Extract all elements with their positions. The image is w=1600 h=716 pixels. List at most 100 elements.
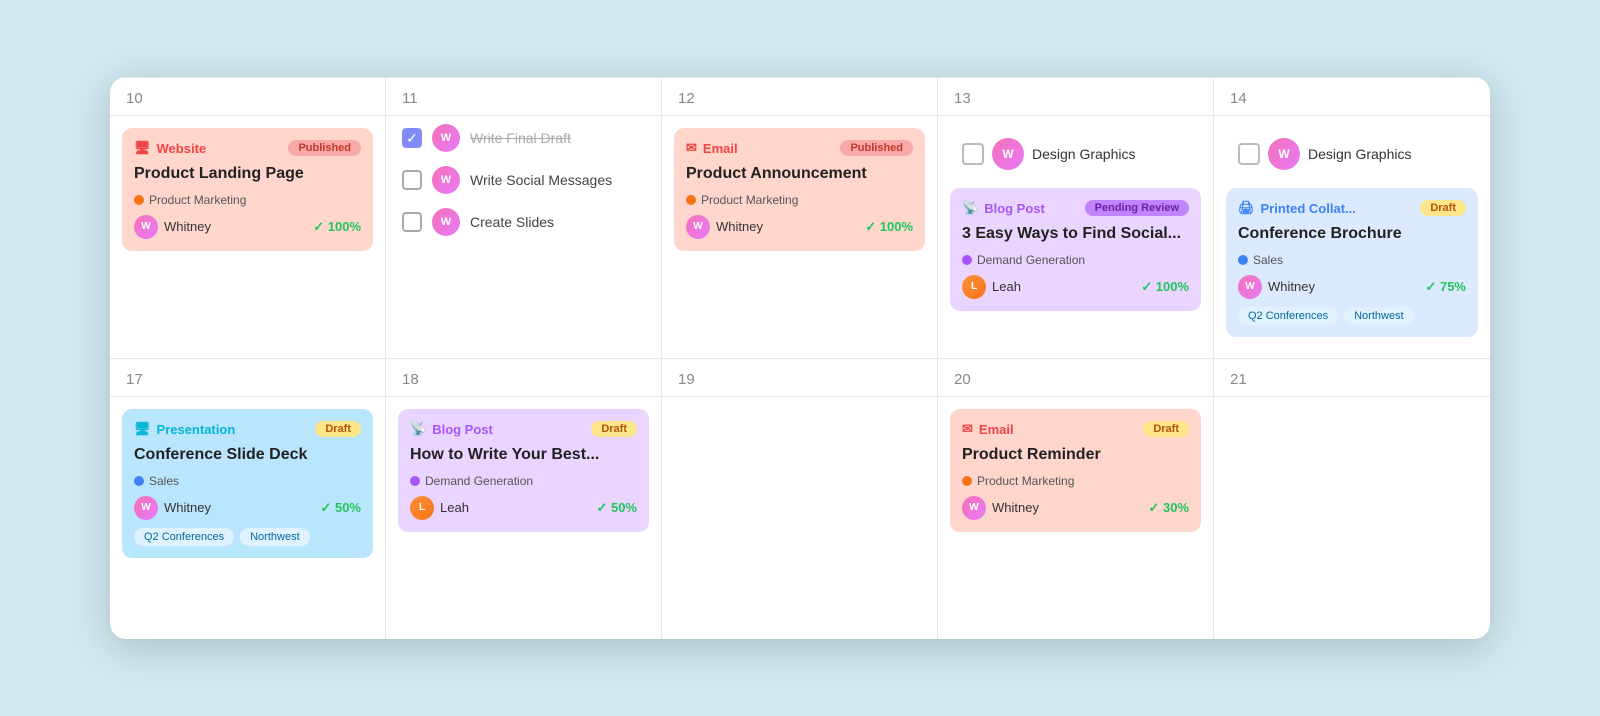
draft-badge-14: Draft bbox=[1420, 200, 1466, 216]
day-content-20: ✉ Email Draft Product Reminder Product M… bbox=[938, 397, 1213, 544]
day-content-12: ✉ Email Published Product Announcement P… bbox=[662, 116, 937, 263]
chip-q2-14[interactable]: Q2 Conferences bbox=[1238, 307, 1338, 325]
email-icon-20: ✉ bbox=[962, 421, 973, 437]
avatar-header-14: W bbox=[1268, 138, 1300, 170]
avatar: W bbox=[134, 215, 158, 239]
checklist-item-3[interactable]: W Create Slides bbox=[402, 208, 645, 236]
card-type-blog: 📡 Blog Post bbox=[962, 200, 1045, 216]
calendar-container: 10 🖥 Website Published Product Landing P… bbox=[110, 77, 1490, 639]
card-header-14: 🖨 Printed Collat... Draft bbox=[1238, 200, 1466, 216]
card-blog-13[interactable]: 📡 Blog Post Pending Review 3 Easy Ways t… bbox=[950, 188, 1201, 311]
card-tag-12: Product Marketing bbox=[686, 193, 913, 207]
chip-q2-17[interactable]: Q2 Conferences bbox=[134, 528, 234, 546]
day-header-11: 11 bbox=[386, 78, 661, 116]
card-user-13: L Leah bbox=[962, 275, 1021, 299]
chip-northwest-14[interactable]: Northwest bbox=[1344, 307, 1414, 325]
card-type-presentation: 🖥 Presentation bbox=[134, 421, 235, 437]
day-content-18: 📡 Blog Post Draft How to Write Your Best… bbox=[386, 397, 661, 544]
checklist-text-3: Create Slides bbox=[470, 214, 554, 230]
chip-northwest-17[interactable]: Northwest bbox=[240, 528, 310, 546]
tag-dot-14 bbox=[1238, 255, 1248, 265]
published-badge-12: Published bbox=[840, 140, 913, 156]
day-header-19: 19 bbox=[662, 359, 937, 397]
card-title: Product Landing Page bbox=[134, 164, 361, 185]
card-user-12: W Whitney bbox=[686, 215, 763, 239]
printed-icon-14: 🖨 bbox=[1238, 200, 1255, 216]
card-header-12: ✉ Email Published bbox=[686, 140, 913, 156]
card-email-20[interactable]: ✉ Email Draft Product Reminder Product M… bbox=[950, 409, 1201, 532]
type-text-18: Blog Post bbox=[432, 422, 493, 437]
card-tag: Product Marketing bbox=[134, 193, 361, 207]
type-text-20: Email bbox=[979, 422, 1014, 437]
avatar-20: W bbox=[962, 496, 986, 520]
draft-badge-20: Draft bbox=[1143, 421, 1189, 437]
draft-badge-18: Draft bbox=[591, 421, 637, 437]
tag-dot-18 bbox=[410, 476, 420, 486]
tag-dot-17 bbox=[134, 476, 144, 486]
card-title-20: Product Reminder bbox=[962, 445, 1189, 466]
card-footer-20: W Whitney 30% bbox=[962, 496, 1189, 520]
blog-icon-13: 📡 bbox=[962, 200, 978, 216]
card-footer-17: W Whitney 50% bbox=[134, 496, 361, 520]
card-footer: W Whitney 100% bbox=[134, 215, 361, 239]
type-text-12: Email bbox=[703, 141, 738, 156]
checkbox-1[interactable]: ✓ bbox=[402, 128, 422, 148]
day-header-12: 12 bbox=[662, 78, 937, 116]
checklist-avatar-1: W bbox=[432, 124, 460, 152]
card-footer-14: W Whitney 75% bbox=[1238, 275, 1466, 299]
unassigned-checkbox-13[interactable] bbox=[962, 143, 984, 165]
card-percent-17: 50% bbox=[320, 500, 361, 516]
draft-badge-17: Draft bbox=[315, 421, 361, 437]
card-tag-20: Product Marketing bbox=[962, 474, 1189, 488]
card-type-email: ✉ Email bbox=[686, 140, 738, 156]
unassigned-label-14: Design Graphics bbox=[1308, 146, 1412, 162]
checkbox-3[interactable] bbox=[402, 212, 422, 232]
card-user-17: W Whitney bbox=[134, 496, 211, 520]
card-header: 🖥 Website Published bbox=[134, 140, 361, 156]
unassigned-checkbox-14[interactable] bbox=[1238, 143, 1260, 165]
unassigned-header-13: W Design Graphics bbox=[950, 128, 1201, 178]
card-title-14: Conference Brochure bbox=[1238, 224, 1466, 245]
tag-dot-13 bbox=[962, 255, 972, 265]
checklist-item-2[interactable]: W Write Social Messages bbox=[402, 166, 645, 194]
day-col-21: 21 bbox=[1214, 359, 1490, 639]
day-col-20: 20 ✉ Email Draft Product Reminder Produc… bbox=[938, 359, 1214, 639]
tag-chips-14: Q2 Conferences Northwest bbox=[1238, 307, 1466, 325]
day-header-18: 18 bbox=[386, 359, 661, 397]
card-percent: 100% bbox=[313, 219, 361, 235]
card-percent-12: 100% bbox=[865, 219, 913, 235]
card-tag-18: Demand Generation bbox=[410, 474, 637, 488]
week2-grid: 17 🖥 Presentation Draft Conference Slide… bbox=[110, 358, 1490, 639]
email-icon: ✉ bbox=[686, 140, 697, 156]
avatar-12: W bbox=[686, 215, 710, 239]
day-content-17: 🖥 Presentation Draft Conference Slide De… bbox=[110, 397, 385, 570]
checkbox-2[interactable] bbox=[402, 170, 422, 190]
day-col-11: 11 ✓ W Write Final Draft W Write Social … bbox=[386, 78, 662, 358]
card-website[interactable]: 🖥 Website Published Product Landing Page… bbox=[122, 128, 373, 251]
card-email-12[interactable]: ✉ Email Published Product Announcement P… bbox=[674, 128, 925, 251]
card-blog-18[interactable]: 📡 Blog Post Draft How to Write Your Best… bbox=[398, 409, 649, 532]
day-header-14: 14 bbox=[1214, 78, 1490, 116]
tag-dot bbox=[134, 195, 144, 205]
card-header-13: 📡 Blog Post Pending Review bbox=[962, 200, 1189, 216]
card-user-18: L Leah bbox=[410, 496, 469, 520]
unassigned-header-14: W Design Graphics bbox=[1226, 128, 1478, 178]
card-user-14: W Whitney bbox=[1238, 275, 1315, 299]
card-printed-14[interactable]: 🖨 Printed Collat... Draft Conference Bro… bbox=[1226, 188, 1478, 337]
tag-dot-20 bbox=[962, 476, 972, 486]
day-content-14: W Design Graphics 🖨 Printed Collat... Dr… bbox=[1214, 116, 1490, 349]
checklist-avatar-2: W bbox=[432, 166, 460, 194]
day-col-14: 14 W Design Graphics 🖨 Printed Collat...… bbox=[1214, 78, 1490, 358]
avatar-17: W bbox=[134, 496, 158, 520]
presentation-icon-17: 🖥 bbox=[134, 421, 151, 437]
card-title-13: 3 Easy Ways to Find Social... bbox=[962, 224, 1189, 245]
card-footer-12: W Whitney 100% bbox=[686, 215, 913, 239]
day-col-10: 10 🖥 Website Published Product Landing P… bbox=[110, 78, 386, 358]
day-header-21: 21 bbox=[1214, 359, 1490, 397]
week1-grid: 10 🖥 Website Published Product Landing P… bbox=[110, 77, 1490, 358]
card-percent-20: 30% bbox=[1148, 500, 1189, 516]
checklist-item-1[interactable]: ✓ W Write Final Draft bbox=[402, 124, 645, 152]
tag-chips-17: Q2 Conferences Northwest bbox=[134, 528, 361, 546]
card-presentation-17[interactable]: 🖥 Presentation Draft Conference Slide De… bbox=[122, 409, 373, 558]
day-content-13: W Design Graphics 📡 Blog Post Pending Re… bbox=[938, 116, 1213, 323]
